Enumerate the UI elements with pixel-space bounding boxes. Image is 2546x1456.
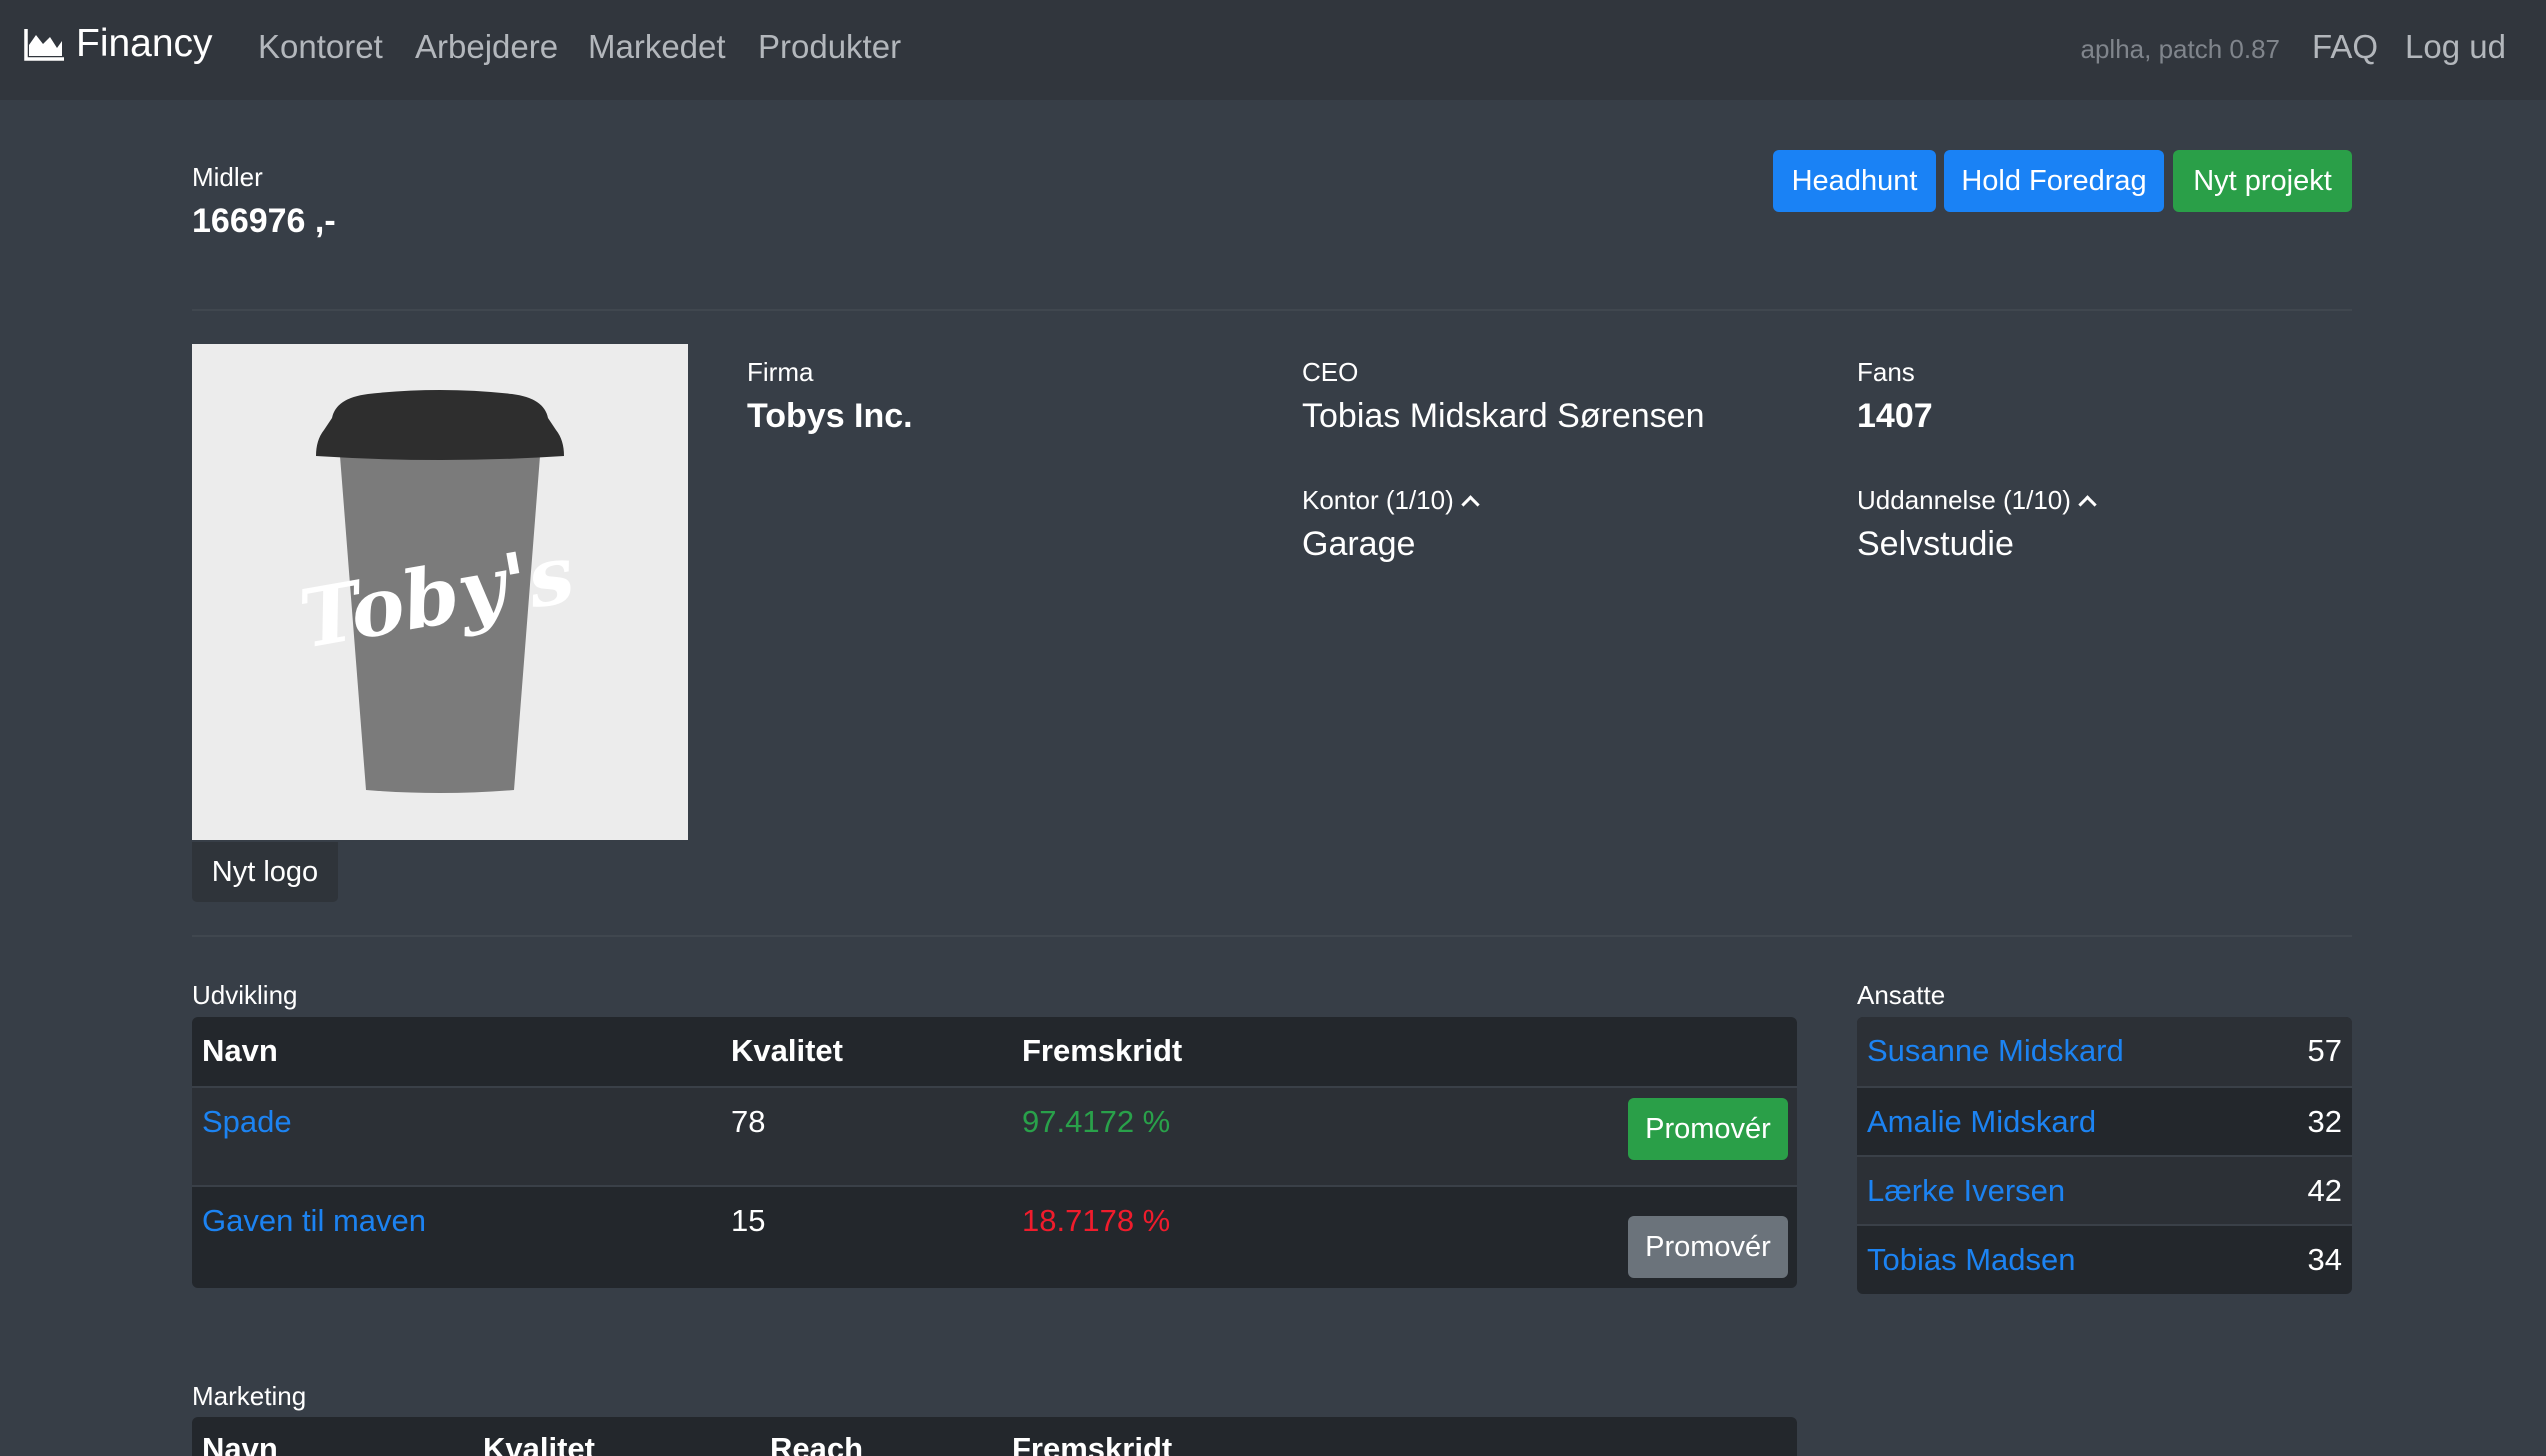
promote-button[interactable]: Promovér [1628,1216,1788,1278]
progress-value: 18.7178 % [1022,1203,1171,1238]
development-table: Navn Kvalitet Fremskridt Spade 78 97.417… [192,1017,1797,1288]
divider [192,935,2352,937]
navbar: Financy Kontoret Arbejdere Markedet Prod… [0,0,2546,100]
office-value: Garage [1302,525,1416,563]
chevron-up-icon[interactable] [1461,495,1480,514]
table-row: Gaven til maven 15 18.7178 % Promovér [192,1185,1797,1288]
employee-link[interactable]: Susanne Midskard [1867,1033,2124,1069]
area-chart-icon [24,29,64,61]
employee-value: 57 [2307,1033,2342,1068]
funds-value: 166976 ,- [192,202,336,240]
column-header: Kvalitet [483,1431,595,1456]
marketing-section-label: Marketing [192,1381,307,1411]
nav-link-markedet[interactable]: Markedet [588,28,726,66]
education-label: Uddannelse (1/10) [1857,485,2097,516]
company-logo: Toby's [192,344,688,840]
column-header: Navn [202,1033,278,1068]
employee-value: 34 [2307,1242,2342,1277]
office-label: Kontor (1/10) [1302,485,1480,516]
funds-label: Midler [192,162,263,192]
new-project-button[interactable]: Nyt projekt [2173,150,2352,212]
employee-link[interactable]: Lærke Iversen [1867,1173,2065,1209]
progress-value: 97.4172 % [1022,1104,1171,1139]
column-header: Reach [770,1431,864,1456]
firm-label: Firma [747,357,814,387]
column-header: Fremskridt [1022,1033,1183,1068]
table-row: Susanne Midskard 57 [1857,1017,2352,1086]
product-link[interactable]: Spade [202,1104,292,1140]
employee-link[interactable]: Tobias Madsen [1867,1242,2076,1278]
firm-value: Tobys Inc. [747,397,913,435]
employee-link[interactable]: Amalie Midskard [1867,1104,2096,1140]
quality-value: 78 [731,1104,766,1139]
brand-link[interactable]: Financy [24,22,213,66]
product-link[interactable]: Gaven til maven [202,1203,426,1239]
table-row: Tobias Madsen 34 [1857,1224,2352,1294]
development-section-label: Udvikling [192,980,298,1010]
coffee-cup-logo-image: Toby's [293,390,581,793]
employees-section-label: Ansatte [1857,980,1946,1010]
fans-value: 1407 [1857,397,1933,435]
new-logo-button[interactable]: Nyt logo [192,842,338,902]
table-row: Spade 78 97.4172 % Promovér [192,1086,1797,1187]
office-label-text: Kontor (1/10) [1302,485,1454,515]
brand-name: Financy [76,22,213,65]
promote-button[interactable]: Promovér [1628,1098,1788,1160]
column-header: Navn [202,1431,278,1456]
fans-label: Fans [1857,357,1915,387]
marketing-table: Navn Kvalitet Reach Fremskridt [192,1417,1797,1456]
nav-link-logout[interactable]: Log ud [2405,28,2506,66]
column-header: Kvalitet [731,1033,843,1068]
headhunt-button[interactable]: Headhunt [1773,150,1936,212]
nav-link-kontoret[interactable]: Kontoret [258,28,383,66]
quality-value: 15 [731,1203,766,1238]
table-header-row: Navn Kvalitet Reach Fremskridt [192,1417,1797,1456]
nav-link-faq[interactable]: FAQ [2312,28,2378,66]
table-row: Lærke Iversen 42 [1857,1155,2352,1226]
hold-lecture-button[interactable]: Hold Foredrag [1944,150,2164,212]
ceo-label: CEO [1302,357,1359,387]
divider [192,309,2352,311]
education-label-text: Uddannelse (1/10) [1857,485,2071,515]
chevron-up-icon[interactable] [2078,495,2097,514]
education-value: Selvstudie [1857,525,2014,563]
nav-link-produkter[interactable]: Produkter [758,28,901,66]
ceo-value: Tobias Midskard Sørensen [1302,397,1705,435]
version-label: aplha, patch 0.87 [2080,34,2281,64]
table-header-row: Navn Kvalitet Fremskridt [192,1017,1797,1086]
employee-value: 32 [2307,1104,2342,1139]
employee-value: 42 [2307,1173,2342,1208]
nav-link-arbejdere[interactable]: Arbejdere [415,28,558,66]
employees-table: Susanne Midskard 57 Amalie Midskard 32 L… [1857,1017,2352,1294]
table-row: Amalie Midskard 32 [1857,1086,2352,1157]
column-header: Fremskridt [1012,1431,1173,1456]
